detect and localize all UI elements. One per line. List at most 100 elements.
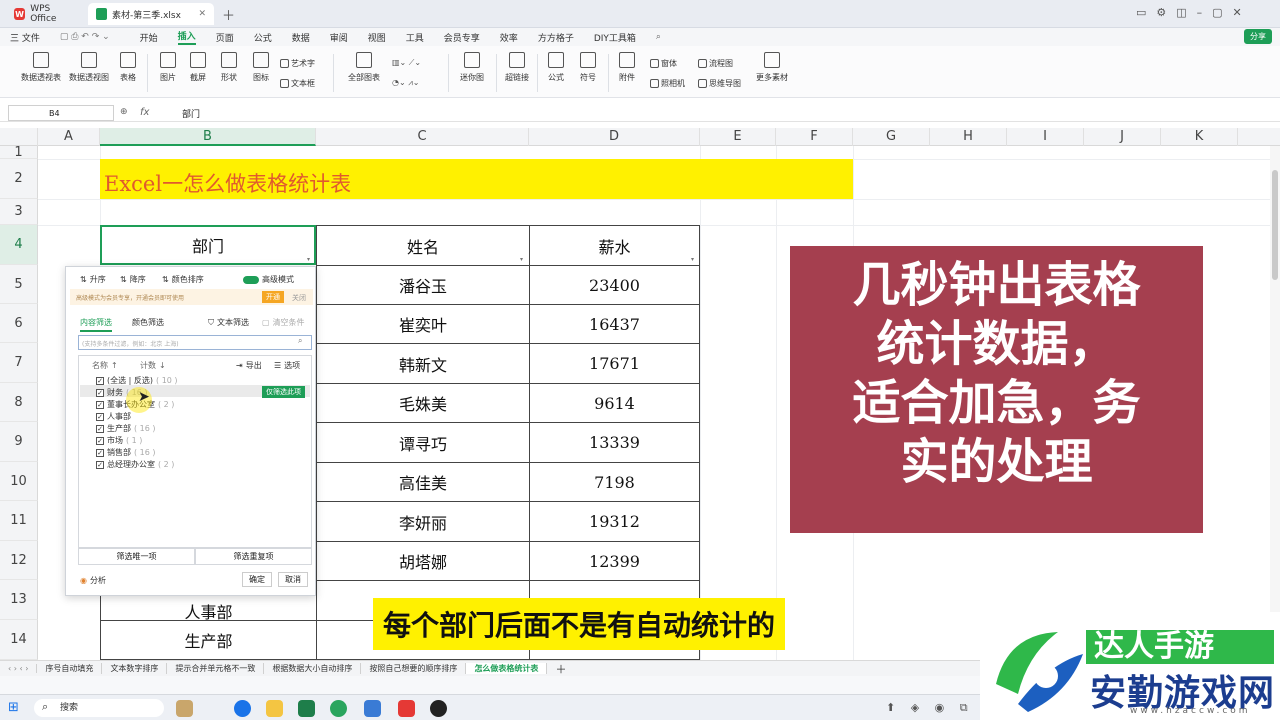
pivot-chart-button[interactable]: 数据透视图: [66, 52, 112, 83]
hyperlink-button[interactable]: 超链接: [503, 52, 531, 83]
all-charts-button[interactable]: 全部图表: [342, 52, 386, 83]
tab-wps-office[interactable]: W WPS Office: [6, 3, 84, 25]
tab-close-icon[interactable]: ✕: [198, 9, 206, 19]
cell-name[interactable]: 毛姝美: [316, 383, 529, 422]
search-icon[interactable]: ⌕: [656, 32, 661, 42]
header-dept[interactable]: 部门: [100, 225, 316, 265]
cell-name[interactable]: 韩新文: [316, 343, 529, 383]
options-button[interactable]: ☰ 选项: [274, 360, 300, 371]
only-filter-this-button[interactable]: 仅筛选此项: [262, 386, 305, 398]
cell-salary[interactable]: 13339: [529, 422, 700, 462]
checkbox-icon[interactable]: ✓: [96, 448, 104, 457]
col-header-d[interactable]: D: [529, 128, 700, 146]
formula-value[interactable]: 部门: [182, 107, 200, 120]
menu-item-page[interactable]: 页面: [216, 31, 234, 44]
row-header-10[interactable]: 10: [0, 462, 38, 501]
menu-item-review[interactable]: 审阅: [330, 31, 348, 44]
cell-name[interactable]: 潘谷玉: [316, 265, 529, 304]
camera-button[interactable]: 照相机: [650, 78, 685, 89]
filter-dropdown-icon[interactable]: ▾: [691, 257, 698, 263]
cell-salary[interactable]: 7198: [529, 462, 700, 501]
export-button[interactable]: ⇥ 导出: [236, 360, 262, 371]
menu-item-data[interactable]: 数据: [292, 31, 310, 44]
clear-conditions-button[interactable]: ▢ 清空条件: [262, 317, 305, 328]
new-tab-icon[interactable]: ＋: [222, 5, 235, 24]
sheet-tab-active[interactable]: 怎么做表格统计表: [466, 663, 548, 674]
browser-icon[interactable]: [330, 700, 347, 717]
filter-dropdown-icon[interactable]: ▾: [520, 257, 527, 263]
recorder-icon[interactable]: [430, 700, 447, 717]
cell-salary[interactable]: 12399: [529, 541, 700, 580]
textbox-button[interactable]: 文本框: [280, 78, 315, 89]
picture-button[interactable]: 图片: [156, 52, 180, 83]
windows-start-icon[interactable]: ⊞: [8, 700, 19, 715]
shape-button[interactable]: 形状: [217, 52, 241, 83]
row-header-7[interactable]: 7: [0, 343, 38, 383]
row-header-1[interactable]: 1: [0, 146, 38, 159]
fx-icon[interactable]: fx: [140, 107, 149, 118]
pivot-table-button[interactable]: 数据透视表: [18, 52, 64, 83]
close-tip-button[interactable]: 关闭: [292, 293, 306, 303]
row-header-12[interactable]: 12: [0, 541, 38, 580]
advanced-mode-toggle[interactable]: 高级模式: [243, 274, 294, 285]
tab-color-filter[interactable]: 颜色筛选: [132, 317, 164, 328]
cell-name[interactable]: 胡塔娜: [316, 541, 529, 580]
sheet-tab[interactable]: 根据数据大小自动排序: [264, 663, 362, 674]
cell-name[interactable]: 高佳美: [316, 462, 529, 501]
add-sheet-icon[interactable]: ＋: [547, 661, 574, 677]
filter-unique-button[interactable]: 筛选唯一项: [78, 548, 195, 565]
select-all-corner[interactable]: [0, 128, 38, 146]
table-button[interactable]: 表格: [116, 52, 140, 83]
checkbox-icon[interactable]: ✓: [96, 460, 104, 469]
excel-icon[interactable]: [298, 700, 315, 717]
filter-dropdown-icon[interactable]: ▾: [307, 257, 314, 263]
col-header-j[interactable]: J: [1084, 128, 1161, 146]
sheet-tab[interactable]: 序号自动填充: [37, 663, 103, 674]
row-header-6[interactable]: 6: [0, 304, 38, 343]
menu-item-insert[interactable]: 插入: [177, 29, 196, 45]
cell-salary[interactable]: 19312: [529, 501, 700, 541]
col-header-g[interactable]: G: [853, 128, 930, 146]
search-icon[interactable]: ⌕: [298, 336, 302, 346]
col-header-i[interactable]: I: [1007, 128, 1084, 146]
cell-name[interactable]: 李妍丽: [316, 501, 529, 541]
chart-type-buttons-2[interactable]: ◔⌄ ⩘⌄: [392, 78, 419, 88]
analysis-button[interactable]: ◉ 分析: [80, 575, 106, 586]
row-header-4[interactable]: 4: [0, 225, 38, 265]
col-header-k[interactable]: K: [1161, 128, 1238, 146]
sort-by-name[interactable]: 名称 ↑: [92, 360, 118, 371]
checkbox-icon[interactable]: ✓: [96, 388, 104, 397]
text-filter-button[interactable]: ⛉ 文本筛选: [208, 317, 249, 328]
menu-item-member[interactable]: 会员专享: [444, 31, 480, 44]
quick-access-icons[interactable]: ▢ ⎙ ↶ ↷ ⌄: [60, 32, 110, 42]
color-sort-button[interactable]: ⇅ 颜色排序: [162, 274, 204, 285]
menu-item-ffgz[interactable]: 方方格子: [538, 31, 574, 44]
filter-duplicate-button[interactable]: 筛选重复项: [195, 548, 312, 565]
menu-item-view[interactable]: 视图: [368, 31, 386, 44]
sort-desc-button[interactable]: ⇅ 降序: [120, 274, 146, 285]
desktop-widget-icon[interactable]: [176, 700, 193, 717]
cell-dept[interactable]: 生产部: [100, 620, 316, 660]
zoom-icon[interactable]: ⊕: [120, 107, 128, 117]
attachment-button[interactable]: 附件: [615, 52, 639, 83]
row-header-11[interactable]: 11: [0, 501, 38, 541]
row-header-8[interactable]: 8: [0, 383, 38, 422]
col-header-c[interactable]: C: [316, 128, 529, 146]
menu-item-tools[interactable]: 工具: [406, 31, 424, 44]
cell-name[interactable]: 谭寻巧: [316, 422, 529, 462]
form-button[interactable]: 窗体: [650, 58, 677, 69]
file-explorer-icon[interactable]: [266, 700, 283, 717]
sort-by-count[interactable]: 计数 ↓: [140, 360, 166, 371]
menu-item-diy[interactable]: DIY工具箱: [594, 31, 636, 44]
header-salary[interactable]: 薪水: [529, 225, 700, 265]
tab-document[interactable]: 素材-第三季.xlsx ✕: [88, 3, 214, 25]
system-tray-icons[interactable]: ⬆ ◈ ◉ ⧉: [886, 701, 974, 715]
row-header-5[interactable]: 5: [0, 265, 38, 304]
col-header-h[interactable]: H: [930, 128, 1007, 146]
sparkline-button[interactable]: 迷你图: [455, 52, 489, 83]
checkbox-icon[interactable]: ✓: [96, 412, 104, 421]
app-icon[interactable]: [364, 700, 381, 717]
col-header-b[interactable]: B: [100, 128, 316, 146]
cell-salary[interactable]: 9614: [529, 383, 700, 422]
filter-item[interactable]: ✓ 市场( 1 ): [96, 435, 142, 446]
